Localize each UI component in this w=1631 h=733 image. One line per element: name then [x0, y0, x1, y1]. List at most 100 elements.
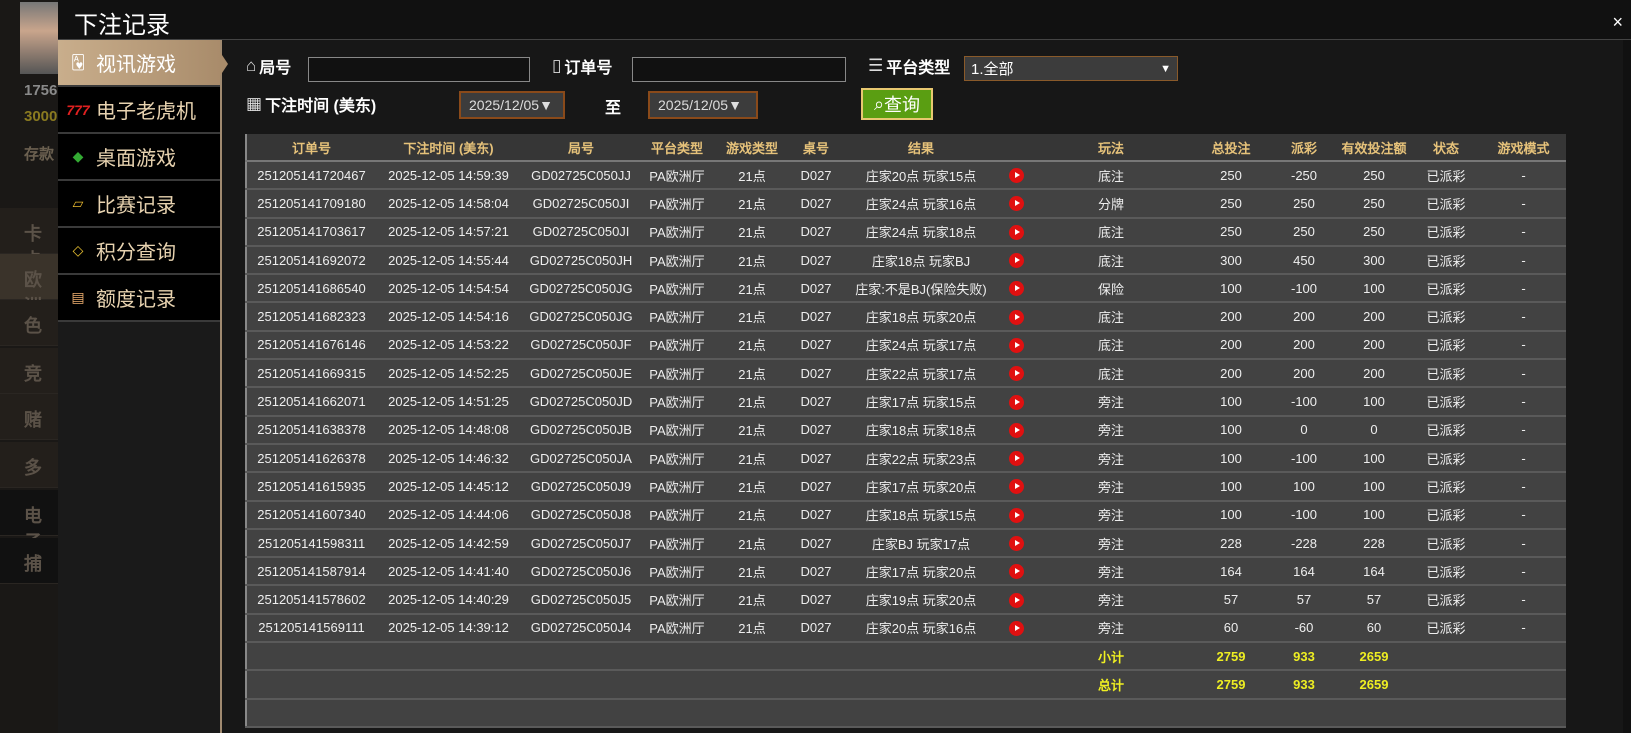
platform: PA欧洲厅	[641, 302, 713, 332]
menu-item-slots[interactable]: 777 电子老虎机	[58, 87, 220, 134]
table-row: 251205141692072 2025-12-05 14:55:44 GD0272…	[246, 245, 1566, 276]
game-type: 21点	[713, 528, 791, 559]
round-id: GD02725C050J5	[521, 585, 641, 615]
result: 庄家24点 玩家17点	[841, 330, 1001, 361]
table-row: 251205141676146 2025-12-05 14:53:22 GD0272…	[246, 330, 1566, 361]
game-type: 21点	[713, 387, 791, 417]
deposit-link[interactable]: 存款	[24, 143, 54, 164]
menu-item-table-games[interactable]: ◆ 桌面游戏	[58, 134, 220, 181]
game-mode: -	[1481, 330, 1566, 361]
bet-time: 2025-12-05 14:53:22	[376, 330, 521, 361]
table-row: 251205141686540 2025-12-05 14:54:54 GD0272…	[246, 274, 1566, 304]
valid-bet: 100	[1337, 472, 1411, 502]
game-mode: -	[1481, 302, 1566, 332]
tag-icon: ⌂	[246, 56, 257, 75]
platform: PA欧洲厅	[641, 613, 713, 644]
play-replay-icon[interactable]	[1008, 536, 1024, 552]
table-row: 251205141720467 2025-12-05 14:59:39 GD0272…	[246, 161, 1566, 191]
table-row: 251205141669315 2025-12-05 14:52:25 GD0272…	[246, 359, 1566, 389]
bet-time: 2025-12-05 14:45:12	[376, 472, 521, 502]
empty-cell	[246, 698, 1566, 728]
total-bet: 300	[1191, 245, 1271, 276]
empty-cell	[246, 642, 1031, 672]
play-replay-icon[interactable]	[1008, 253, 1024, 269]
result: 庄家17点 玩家15点	[841, 387, 1001, 417]
play-replay-icon[interactable]	[1008, 394, 1024, 410]
round-id: GD02725C050JD	[521, 387, 641, 417]
play-replay-icon[interactable]	[1008, 422, 1024, 438]
close-icon[interactable]: ×	[1612, 12, 1623, 33]
bet-time: 2025-12-05 14:54:16	[376, 302, 521, 332]
valid-bet: 300	[1337, 245, 1411, 276]
play-replay-icon[interactable]	[1008, 168, 1024, 184]
platform: PA欧洲厅	[641, 245, 713, 276]
status: 已派彩	[1411, 528, 1481, 559]
menu-item-credit-records[interactable]: ▤ 额度记录	[58, 275, 220, 322]
to-label: 至	[605, 100, 622, 117]
table-row: 251205141709180 2025-12-05 14:58:04 GD0272…	[246, 189, 1566, 219]
result: 庄家17点 玩家20点	[841, 557, 1001, 587]
play-replay-icon[interactable]	[1008, 366, 1024, 382]
payout: 250	[1271, 189, 1337, 219]
query-button[interactable]: ⌕ 查询	[861, 88, 933, 120]
payout: 200	[1271, 359, 1337, 389]
play-replay-icon[interactable]	[1008, 479, 1024, 495]
play	[1001, 161, 1031, 191]
payout: 100	[1271, 472, 1337, 502]
list-icon: ☰	[868, 56, 884, 75]
play	[1001, 585, 1031, 615]
platform-select[interactable]: 1.全部 ▼	[964, 56, 1178, 81]
round-input[interactable]	[308, 57, 530, 82]
caret-down-icon: ▼	[1160, 62, 1171, 75]
play-replay-icon[interactable]	[1008, 337, 1024, 353]
play-replay-icon[interactable]	[1008, 592, 1024, 608]
platform: PA欧洲厅	[641, 415, 713, 445]
game-mode: -	[1481, 500, 1566, 530]
bet-type: 旁注	[1031, 472, 1191, 502]
round-label: 局号	[259, 60, 292, 77]
empty-cell	[246, 670, 1031, 700]
menu-item-match-records[interactable]: ▱ 比赛记录	[58, 181, 220, 228]
game-mode: -	[1481, 443, 1566, 474]
play-replay-icon[interactable]	[1008, 196, 1024, 212]
subtotal-valid-bet: 2659	[1337, 642, 1411, 672]
valid-bet: 100	[1337, 443, 1411, 474]
game-mode: -	[1481, 472, 1566, 502]
scrollbar[interactable]	[1623, 40, 1631, 733]
status: 已派彩	[1411, 500, 1481, 530]
menu-item-live-games[interactable]: 🂱 视讯游戏	[58, 40, 228, 87]
play-replay-icon[interactable]	[1008, 564, 1024, 580]
order-input[interactable]	[632, 57, 846, 82]
game-type: 21点	[713, 613, 791, 644]
play-replay-icon[interactable]	[1008, 620, 1024, 636]
play	[1001, 557, 1031, 587]
bet-time: 2025-12-05 14:51:25	[376, 387, 521, 417]
date-from[interactable]: 2025/12/05▼	[459, 91, 565, 119]
game-type: 21点	[713, 274, 791, 304]
play-replay-icon[interactable]	[1008, 224, 1024, 240]
table-row: 251205141607340 2025-12-05 14:44:06 GD0272…	[246, 500, 1566, 530]
total-bet: 228	[1191, 528, 1271, 559]
calendar-icon: ▦	[246, 94, 263, 113]
game-mode: -	[1481, 387, 1566, 417]
platform: PA欧洲厅	[641, 528, 713, 559]
play-replay-icon[interactable]	[1008, 507, 1024, 523]
round-id: GD02725C050JJ	[521, 161, 641, 191]
platform: PA欧洲厅	[641, 330, 713, 361]
column-header: 桌号	[791, 134, 841, 162]
menu-item-points[interactable]: ◇ 积分查询	[58, 228, 220, 275]
play-replay-icon[interactable]	[1008, 309, 1024, 325]
valid-bet: 250	[1337, 217, 1411, 247]
play-replay-icon[interactable]	[1008, 451, 1024, 467]
order-id: 251205141692072	[246, 245, 376, 276]
status: 已派彩	[1411, 585, 1481, 615]
round-id: GD02725C050JI	[521, 217, 641, 247]
date-to[interactable]: 2025/12/05▼	[648, 91, 758, 119]
total-bet: 100	[1191, 500, 1271, 530]
table-row: 251205141662071 2025-12-05 14:51:25 GD0272…	[246, 387, 1566, 417]
valid-bet: 57	[1337, 585, 1411, 615]
menu-label: 视讯游戏	[96, 54, 176, 76]
table-id: D027	[791, 387, 841, 417]
play-replay-icon[interactable]	[1008, 281, 1024, 297]
bet-type: 分牌	[1031, 189, 1191, 219]
